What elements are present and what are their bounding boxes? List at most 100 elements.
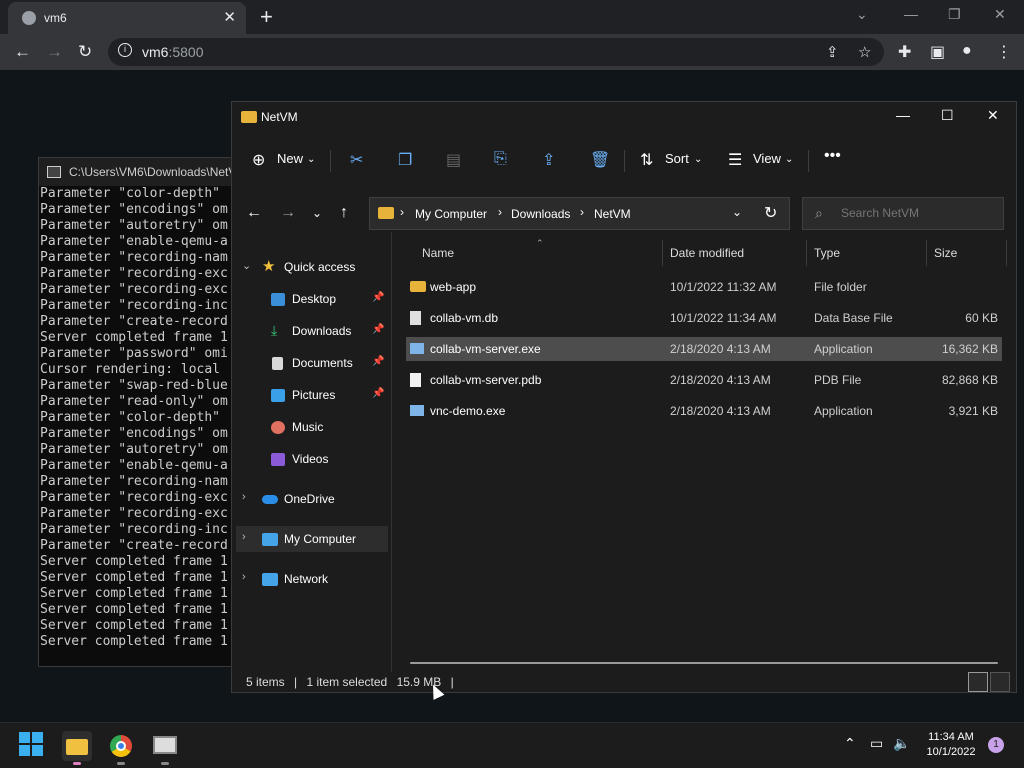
recent-locations-icon[interactable]: ⌄ xyxy=(312,206,322,220)
breadcrumb-downloads[interactable]: Downloads xyxy=(511,207,570,221)
nav-music[interactable]: Music xyxy=(236,414,388,440)
nav-network[interactable]: › Network xyxy=(236,566,388,592)
column-header-size[interactable]: Size xyxy=(934,246,957,260)
share-icon[interactable]: ⇪ xyxy=(542,150,555,170)
maximize-icon[interactable]: ☐ xyxy=(941,107,954,124)
nav-my-computer[interactable]: › My Computer xyxy=(236,526,388,552)
extensions-icon[interactable]: ✚ xyxy=(898,42,911,62)
nav-videos[interactable]: Videos xyxy=(236,446,388,472)
table-row[interactable]: collab-vm-server.exe 2/18/2020 4:13 AM A… xyxy=(406,337,1002,361)
pane-splitter[interactable] xyxy=(391,232,392,672)
forward-icon[interactable]: → xyxy=(280,204,296,222)
file-explorer-window[interactable]: NetVM — ☐ ✕ ⊕ New ⌄ ✂ ❐ ▤ ⎘ ⇪ 🗑 ⇅ Sort ⌄… xyxy=(231,101,1017,693)
nav-quick-access[interactable]: ⌄ ★ Quick access xyxy=(236,254,388,280)
system-clock[interactable]: 11:34 AM 10/1/2022 xyxy=(918,730,984,760)
expand-icon[interactable]: › xyxy=(242,531,246,543)
nav-downloads[interactable]: ⤓ Downloads 📌 xyxy=(236,318,388,344)
pin-icon[interactable]: 📌 xyxy=(372,292,384,303)
address-bar[interactable]: i vm6:5800 ⇪ ☆ xyxy=(108,38,884,66)
console-line: Parameter "recording-exc xyxy=(40,506,228,521)
notification-badge[interactable]: 1 xyxy=(988,737,1004,753)
minimize-icon[interactable]: — xyxy=(896,107,910,123)
expand-icon[interactable]: › xyxy=(242,491,246,503)
volume-icon[interactable]: 🔈 xyxy=(893,735,910,752)
nav-desktop[interactable]: Desktop 📌 xyxy=(236,286,388,312)
tiles-view-icon[interactable] xyxy=(990,672,1010,692)
breadcrumb-chevron-icon[interactable]: › xyxy=(498,205,502,219)
breadcrumb-chevron-icon[interactable]: › xyxy=(580,205,584,219)
delete-icon[interactable]: 🗑 xyxy=(590,150,610,170)
explorer-title-bar[interactable]: NetVM — ☐ ✕ xyxy=(232,102,1018,132)
rename-icon[interactable]: ⎘ xyxy=(494,150,507,168)
column-header-type[interactable]: Type xyxy=(814,246,840,260)
up-icon[interactable]: ↑ xyxy=(340,204,348,222)
table-row[interactable]: web-app 10/1/2022 11:32 AM File folder xyxy=(406,275,1002,299)
taskbar-file-explorer[interactable] xyxy=(62,731,92,765)
pin-icon[interactable]: 📌 xyxy=(372,388,384,399)
nav-onedrive[interactable]: › OneDrive xyxy=(236,486,388,512)
close-icon[interactable]: ✕ xyxy=(987,107,999,124)
search-input[interactable] xyxy=(841,206,991,220)
console-line: Parameter "recording-nam xyxy=(40,250,228,265)
pin-icon[interactable]: 📌 xyxy=(372,324,384,335)
sort-button[interactable]: Sort xyxy=(665,151,689,166)
column-header-name[interactable]: Name xyxy=(422,246,454,260)
cut-icon[interactable]: ✂ xyxy=(350,150,363,170)
network-status-icon[interactable]: ▭ xyxy=(870,735,883,752)
console-title-bar[interactable]: C:\Users\VM6\Downloads\NetV xyxy=(39,158,237,186)
nav-pictures[interactable]: Pictures 📌 xyxy=(236,382,388,408)
application-icon xyxy=(410,343,424,354)
breadcrumb-my-computer[interactable]: My Computer xyxy=(415,207,487,221)
new-button[interactable]: New xyxy=(277,151,303,166)
site-info-icon[interactable]: i xyxy=(118,43,132,57)
tab-search-icon[interactable]: ⌄ xyxy=(856,6,868,23)
explorer-address-bar[interactable]: › My Computer › Downloads › NetVM ⌄ ↻ xyxy=(369,197,790,230)
start-button[interactable] xyxy=(18,731,48,761)
view-button[interactable]: View xyxy=(753,151,781,166)
refresh-icon[interactable]: ↻ xyxy=(764,203,777,223)
view-icon: ☰ xyxy=(728,152,743,169)
more-options-icon[interactable]: ••• xyxy=(824,147,841,165)
explorer-search-box[interactable]: ⌕ xyxy=(802,197,1004,230)
paste-icon[interactable]: ▤ xyxy=(446,150,461,170)
share-icon[interactable]: ⇪ xyxy=(826,43,839,61)
column-divider[interactable] xyxy=(926,240,927,266)
nav-documents[interactable]: Documents 📌 xyxy=(236,350,388,376)
new-tab-icon[interactable]: + xyxy=(260,4,273,30)
file-type: Application xyxy=(814,404,873,418)
table-row[interactable]: collab-vm-server.pdb 2/18/2020 4:13 AM P… xyxy=(406,368,1002,392)
console-window[interactable]: C:\Users\VM6\Downloads\NetV Parameter "c… xyxy=(38,157,238,667)
close-window-icon[interactable]: ✕ xyxy=(994,6,1006,23)
horizontal-scrollbar[interactable] xyxy=(410,662,998,664)
bookmark-star-icon[interactable]: ☆ xyxy=(858,43,871,61)
back-icon[interactable]: ← xyxy=(14,42,31,62)
close-tab-icon[interactable]: ✕ xyxy=(223,8,236,26)
pin-icon[interactable]: 📌 xyxy=(372,356,384,367)
address-dropdown-icon[interactable]: ⌄ xyxy=(732,205,742,219)
browser-tab[interactable]: vm6 ✕ xyxy=(8,2,246,34)
breadcrumb-chevron-icon[interactable]: › xyxy=(400,205,404,219)
details-view-icon[interactable] xyxy=(968,672,988,692)
expand-icon[interactable]: ⌄ xyxy=(242,259,251,272)
forward-icon[interactable]: → xyxy=(46,42,63,62)
side-panel-icon[interactable]: ▣ xyxy=(930,42,945,62)
menu-icon[interactable]: ⋮ xyxy=(996,42,1012,62)
reload-icon[interactable]: ↻ xyxy=(78,42,92,62)
copy-icon[interactable]: ❐ xyxy=(398,150,412,170)
show-hidden-icons-icon[interactable]: ⌃ xyxy=(844,735,856,752)
minimize-icon[interactable]: — xyxy=(904,6,918,22)
breadcrumb-netvm[interactable]: NetVM xyxy=(594,207,631,221)
column-divider[interactable] xyxy=(1006,240,1007,266)
taskbar-chrome[interactable] xyxy=(106,731,136,765)
back-icon[interactable]: ← xyxy=(246,204,262,222)
column-divider[interactable] xyxy=(662,240,663,266)
table-row[interactable]: vnc-demo.exe 2/18/2020 4:13 AM Applicati… xyxy=(406,399,1002,423)
column-divider[interactable] xyxy=(806,240,807,266)
profile-icon[interactable]: ● xyxy=(962,42,972,60)
restore-icon[interactable]: ❐ xyxy=(948,6,961,23)
nav-label: OneDrive xyxy=(284,492,335,506)
expand-icon[interactable]: › xyxy=(242,571,246,583)
column-header-date[interactable]: Date modified xyxy=(670,246,744,260)
table-row[interactable]: collab-vm.db 10/1/2022 11:34 AM Data Bas… xyxy=(406,306,1002,330)
taskbar-console[interactable] xyxy=(150,731,180,765)
